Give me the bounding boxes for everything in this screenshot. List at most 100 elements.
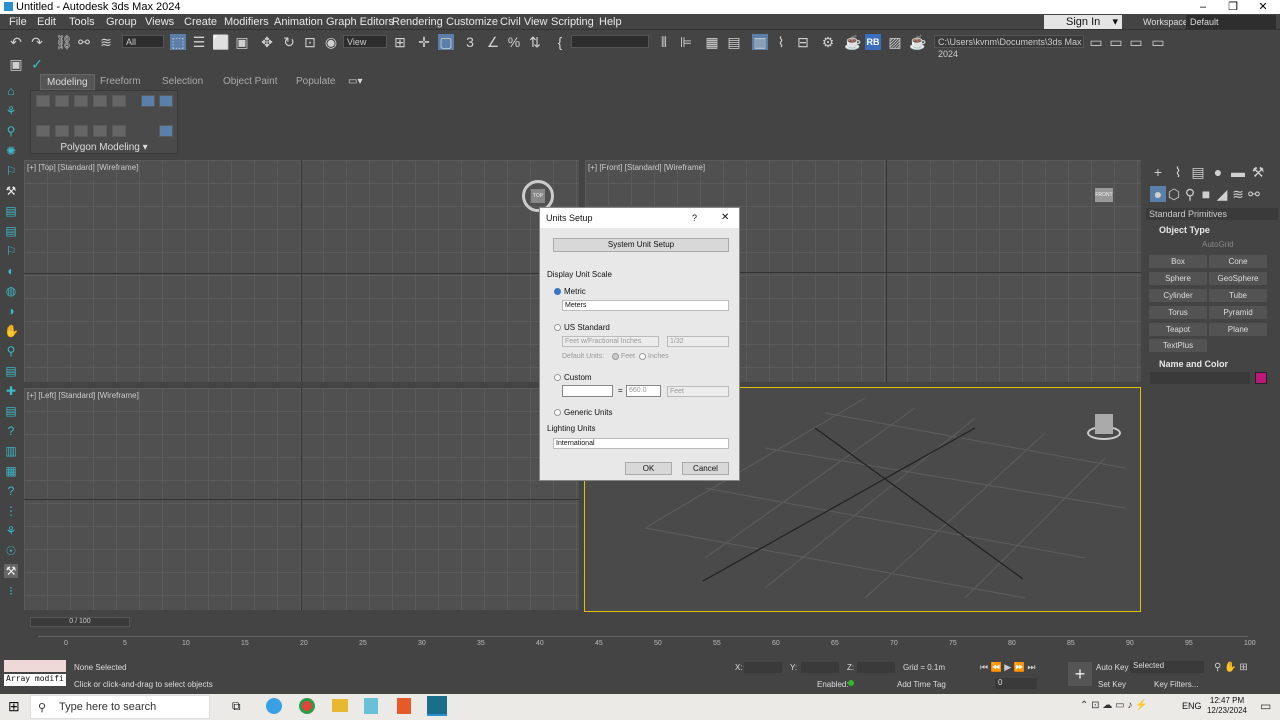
clock-time[interactable]: 12:47 PM — [1207, 696, 1247, 705]
tool-icon-17[interactable]: ▤ — [4, 404, 18, 418]
feet-radio[interactable] — [612, 353, 619, 360]
tab-selection[interactable]: Selection — [156, 74, 209, 90]
ribbon-panel-label[interactable]: Polygon Modeling ▾ — [30, 142, 178, 153]
set-key-icon[interactable]: + — [1068, 662, 1092, 686]
ribbon-tool-4[interactable] — [93, 95, 107, 107]
create-tab-icon[interactable]: + — [1150, 164, 1166, 180]
metric-radio[interactable] — [554, 288, 561, 295]
menu-group[interactable]: Group — [106, 16, 137, 28]
keyboard-shortcut-override-icon[interactable]: ▢ — [438, 34, 454, 50]
render-icon[interactable]: RB — [865, 34, 881, 50]
link-icon[interactable]: ⛓ — [55, 34, 73, 50]
tool-icon-18[interactable]: ? — [4, 424, 18, 438]
tool-icon-22[interactable]: ⋮ — [4, 504, 18, 518]
modify-icon[interactable]: ⚘ — [4, 104, 18, 118]
bind-spacewarp-icon[interactable]: ≋ — [98, 34, 114, 50]
cone-button[interactable]: Cone — [1209, 255, 1267, 268]
viewport-left-label[interactable]: [+] [Left] [Standard] [Wireframe] — [27, 391, 139, 400]
playback-controls[interactable]: ⏮ ⏪ ▶ ⏩ ⏭ — [980, 662, 1036, 673]
motion-tab-icon[interactable]: ● — [1210, 164, 1226, 180]
snaps-toggle-icon[interactable]: 3 — [462, 34, 478, 50]
menu-edit[interactable]: Edit — [37, 16, 56, 28]
percent-snap-icon[interactable]: % — [506, 34, 522, 50]
display-tab-icon[interactable]: ▬ — [1230, 164, 1246, 180]
toggle-ribbon-icon[interactable]: ▥ — [752, 34, 768, 50]
snapshot-icon[interactable]: ▣ — [8, 56, 24, 72]
geometry-icon[interactable]: ● — [1150, 186, 1166, 202]
plane-button[interactable]: Plane — [1209, 323, 1267, 336]
tool-icon-20[interactable]: ▦ — [4, 464, 18, 478]
display-icon[interactable]: ⚐ — [4, 164, 18, 178]
set-key-button[interactable]: Set Key — [1098, 680, 1126, 689]
menu-tools[interactable]: Tools — [69, 16, 95, 28]
select-object-icon[interactable]: ⬚ — [170, 34, 186, 50]
cancel-button[interactable]: Cancel — [682, 462, 729, 475]
ribbon-tool-12[interactable] — [159, 95, 173, 107]
modify-tab-icon[interactable]: ⌇ — [1170, 164, 1186, 180]
menu-scripting[interactable]: Scripting — [551, 16, 594, 28]
lights-icon[interactable]: ⚲ — [1182, 186, 1198, 202]
language-indicator[interactable]: ENG — [1182, 701, 1202, 711]
ribbon-tool-8[interactable] — [74, 125, 88, 137]
us-unit-dropdown[interactable]: Feet w/Fractional Inches — [562, 336, 659, 347]
object-name-field[interactable] — [1150, 372, 1250, 384]
help-icon[interactable]: ? — [692, 213, 697, 223]
viewport-front-label[interactable]: [+] [Front] [Standard] [Wireframe] — [588, 163, 705, 172]
menu-graph-editors[interactable]: Graph Editors — [326, 16, 394, 28]
window-crossing-icon[interactable]: ▣ — [234, 34, 250, 50]
tool-icon-16[interactable]: ✚ — [4, 384, 18, 398]
hierarchy-icon[interactable]: ⚲ — [4, 124, 18, 138]
ribbon-tool-2[interactable] — [55, 95, 69, 107]
material-editor-icon[interactable]: ⚙ — [820, 34, 836, 50]
custom-value-input[interactable]: 660.0 — [626, 385, 661, 397]
add-time-tag-label[interactable]: Add Time Tag — [897, 680, 946, 689]
rotate-icon[interactable]: ↻ — [281, 34, 297, 50]
schematic-view-icon[interactable]: ⊟ — [795, 34, 811, 50]
menu-views[interactable]: Views — [145, 16, 174, 28]
sign-in-button[interactable]: Sign In ▾ — [1044, 15, 1122, 29]
tool-icon-19[interactable]: ▥ — [4, 444, 18, 458]
scale-icon[interactable]: ⊡ — [302, 34, 318, 50]
dialog-close-icon[interactable]: ✕ — [721, 212, 729, 223]
ribbon-tool-11[interactable] — [141, 95, 155, 107]
hierarchy-tab-icon[interactable]: ▤ — [1190, 164, 1206, 180]
tool-icon-7[interactable]: ▤ — [4, 204, 18, 218]
task-view-icon[interactable]: ⧉ — [232, 699, 241, 714]
clock-date[interactable]: 12/23/2024 — [1202, 706, 1252, 715]
z-coordinate-field[interactable] — [857, 662, 895, 673]
ok-button[interactable]: OK — [625, 462, 672, 475]
ribbon-options-icon[interactable]: ▭▾ — [342, 74, 368, 90]
menu-help[interactable]: Help — [599, 16, 622, 28]
asset-tracking-icon[interactable]: ▭ — [1150, 34, 1166, 50]
viewport-top-label[interactable]: [+] [Top] [Standard] [Wireframe] — [27, 163, 138, 172]
project-folder-path[interactable]: C:\Users\kvnm\Documents\3ds Max 2024 — [934, 35, 1084, 59]
geosphere-button[interactable]: GeoSphere — [1209, 272, 1267, 285]
viewport-top[interactable]: [+] [Top] [Standard] [Wireframe] TOP — [24, 160, 579, 382]
tool-icon-25[interactable]: ⚒ — [4, 564, 18, 578]
viewport-nav-controls[interactable]: ⚲ ✋ ⊞ — [1214, 662, 1248, 673]
tab-modeling[interactable]: Modeling — [40, 74, 95, 90]
auto-key-button[interactable]: Auto Key — [1096, 663, 1128, 672]
render-production-icon[interactable]: ☕ — [909, 34, 926, 50]
pivot-center-icon[interactable]: ⊞ — [392, 34, 408, 50]
tool-icon-11[interactable]: ◍ — [4, 284, 18, 298]
time-slider[interactable]: 0 / 100 — [30, 617, 130, 627]
confirm-icon[interactable]: ✓ — [29, 56, 45, 72]
enabled-indicator[interactable] — [848, 680, 854, 686]
minimize-button[interactable]: – — [1188, 0, 1218, 14]
tool-icon-10[interactable]: ◐ — [4, 264, 18, 278]
shapes-icon[interactable]: ⬡ — [1166, 186, 1182, 202]
menu-modifiers[interactable]: Modifiers — [224, 16, 269, 28]
tool-icon-24[interactable]: ☉ — [4, 544, 18, 558]
menu-rendering[interactable]: Rendering — [392, 16, 443, 28]
ribbon-tool-9[interactable] — [93, 125, 107, 137]
placement-icon[interactable]: ◉ — [323, 34, 339, 50]
ribbon-tool-10[interactable] — [112, 125, 126, 137]
create-icon[interactable]: ⌂ — [4, 84, 18, 98]
category-dropdown[interactable]: Standard Primitives — [1146, 208, 1278, 220]
lighting-units-dropdown[interactable]: International — [553, 438, 729, 449]
tool-icon-12[interactable]: ◑ — [4, 304, 18, 318]
ribbon-tool-13[interactable] — [159, 125, 173, 137]
menu-customize[interactable]: Customize — [446, 16, 498, 28]
maxscript-listener-top[interactable] — [4, 660, 66, 672]
